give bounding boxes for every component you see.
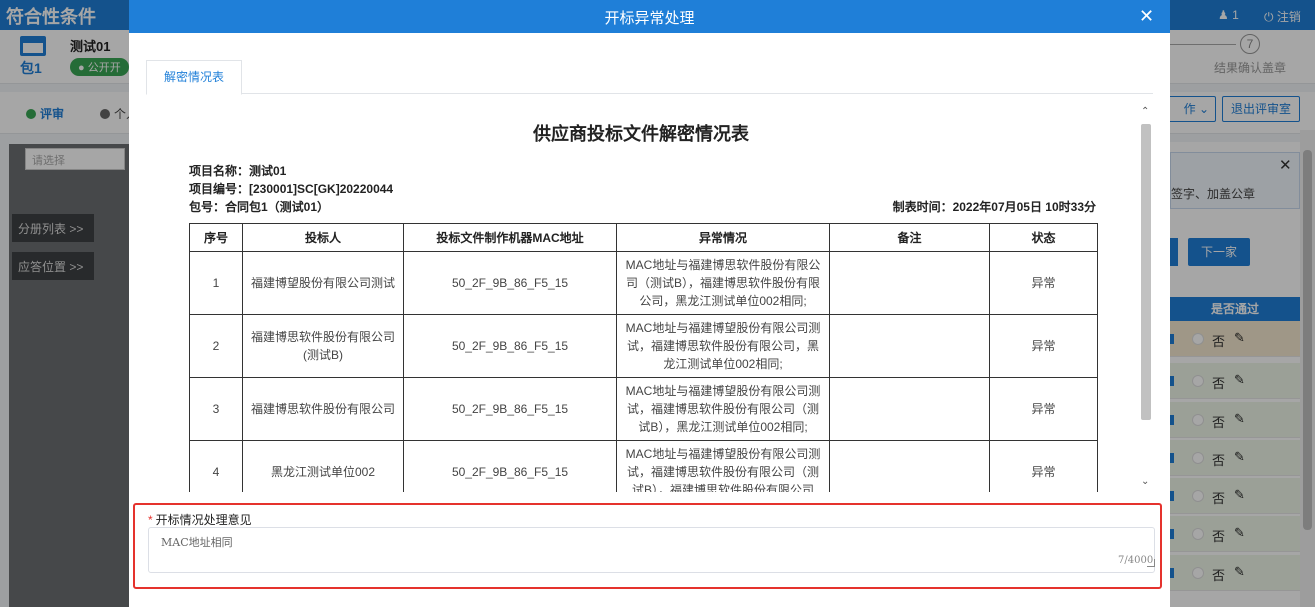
col-header: 备注 (829, 223, 990, 252)
cell-no: 1 (189, 251, 243, 315)
cell-no: 2 (189, 314, 243, 378)
cell-issue: MAC地址与福建博望股份有限公司测试，福建博思软件股份有限公司，黑龙江测试单位0… (616, 314, 830, 378)
col-header: 序号 (189, 223, 243, 252)
cell-issue: MAC地址与福建博望股份有限公司测试，福建博思软件股份有限公司（测试B），黑龙江… (616, 377, 830, 441)
exception-dialog: 开标异常处理 ✕ 解密情况表 供应商投标文件解密情况表 项目名称：测试01 项目… (129, 0, 1170, 607)
opinion-textarea[interactable]: MAC地址相同 (148, 527, 1155, 573)
package-number: 包号：合同包1（测试01） (189, 200, 330, 214)
cell-remark (829, 440, 990, 492)
cell-mac: 50_2F_9B_86_F5_15 (403, 377, 617, 441)
cell-remark (829, 314, 990, 378)
content-scrollbar[interactable]: ⌃ ⌄ (1139, 104, 1153, 492)
project-number: 项目编号：[230001]SC[GK]20220044 (189, 182, 394, 196)
cell-issue: MAC地址与福建博望股份有限公司测试，福建博思软件股份有限公司（测试B），福建博… (616, 440, 830, 492)
col-header: 投标文件制作机器MAC地址 (403, 223, 617, 252)
cell-status: 异常 (989, 314, 1098, 378)
tab-strip: 解密情况表 (146, 60, 1153, 95)
cell-mac: 50_2F_9B_86_F5_15 (403, 251, 617, 315)
tab-decryption[interactable]: 解密情况表 (146, 60, 242, 95)
cell-mac: 50_2F_9B_86_F5_15 (403, 314, 617, 378)
report-content: 供应商投标文件解密情况表 项目名称：测试01 项目编号：[230001]SC[G… (146, 104, 1136, 492)
made-time: 制表时间：2022年07月05日 10时33分 (892, 200, 1096, 214)
dialog-title: 开标异常处理 (604, 10, 695, 27)
cell-issue: MAC地址与福建博思软件股份有限公司（测试B），福建博思软件股份有限公司，黑龙江… (616, 251, 830, 315)
close-icon[interactable]: ✕ (1139, 7, 1154, 25)
cell-status: 异常 (989, 251, 1098, 315)
cell-no: 4 (189, 440, 243, 492)
cell-status: 异常 (989, 377, 1098, 441)
scroll-down-icon[interactable]: ⌄ (1141, 476, 1149, 487)
table-row: 1 福建博望股份有限公司测试 50_2F_9B_86_F5_15 MAC地址与福… (189, 251, 1098, 315)
content-scrollbar-thumb[interactable] (1141, 124, 1151, 420)
cell-remark (829, 377, 990, 441)
opinion-label-text: 开标情况处理意见 (155, 513, 252, 527)
col-header: 状态 (989, 223, 1098, 252)
required-mark: * (148, 513, 153, 527)
table-row: 3 福建博思软件股份有限公司 50_2F_9B_86_F5_15 MAC地址与福… (189, 377, 1098, 441)
col-header: 投标人 (242, 223, 404, 252)
col-header: 异常情况 (616, 223, 830, 252)
cell-status: 异常 (989, 440, 1098, 492)
table-row: 4 黑龙江测试单位002 50_2F_9B_86_F5_15 MAC地址与福建博… (189, 440, 1098, 492)
cell-mac: 50_2F_9B_86_F5_15 (403, 440, 617, 492)
table-header-row: 序号 投标人 投标文件制作机器MAC地址 异常情况 备注 状态 (189, 223, 1098, 252)
cell-bidder: 福建博思软件股份有限公司 (242, 377, 404, 441)
opinion-section: * 开标情况处理意见 MAC地址相同 7/4000 (133, 503, 1162, 589)
dialog-header: 开标异常处理 ✕ (129, 0, 1170, 33)
report-title: 供应商投标文件解密情况表 (533, 124, 749, 144)
project-name: 项目名称：测试01 (189, 164, 287, 178)
cell-remark (829, 251, 990, 315)
cell-bidder: 福建博思软件股份有限公司(测试B) (242, 314, 404, 378)
table-row: 2 福建博思软件股份有限公司(测试B) 50_2F_9B_86_F5_15 MA… (189, 314, 1098, 378)
cell-bidder: 黑龙江测试单位002 (242, 440, 404, 492)
cell-bidder: 福建博望股份有限公司测试 (242, 251, 404, 315)
scroll-up-icon[interactable]: ⌃ (1141, 106, 1149, 117)
resize-handle-icon[interactable] (1147, 559, 1155, 567)
opinion-label: * 开标情况处理意见 (148, 511, 252, 528)
cell-no: 3 (189, 377, 243, 441)
decryption-table: 序号 投标人 投标文件制作机器MAC地址 异常情况 备注 状态 1 福建博望股份… (189, 223, 1098, 492)
